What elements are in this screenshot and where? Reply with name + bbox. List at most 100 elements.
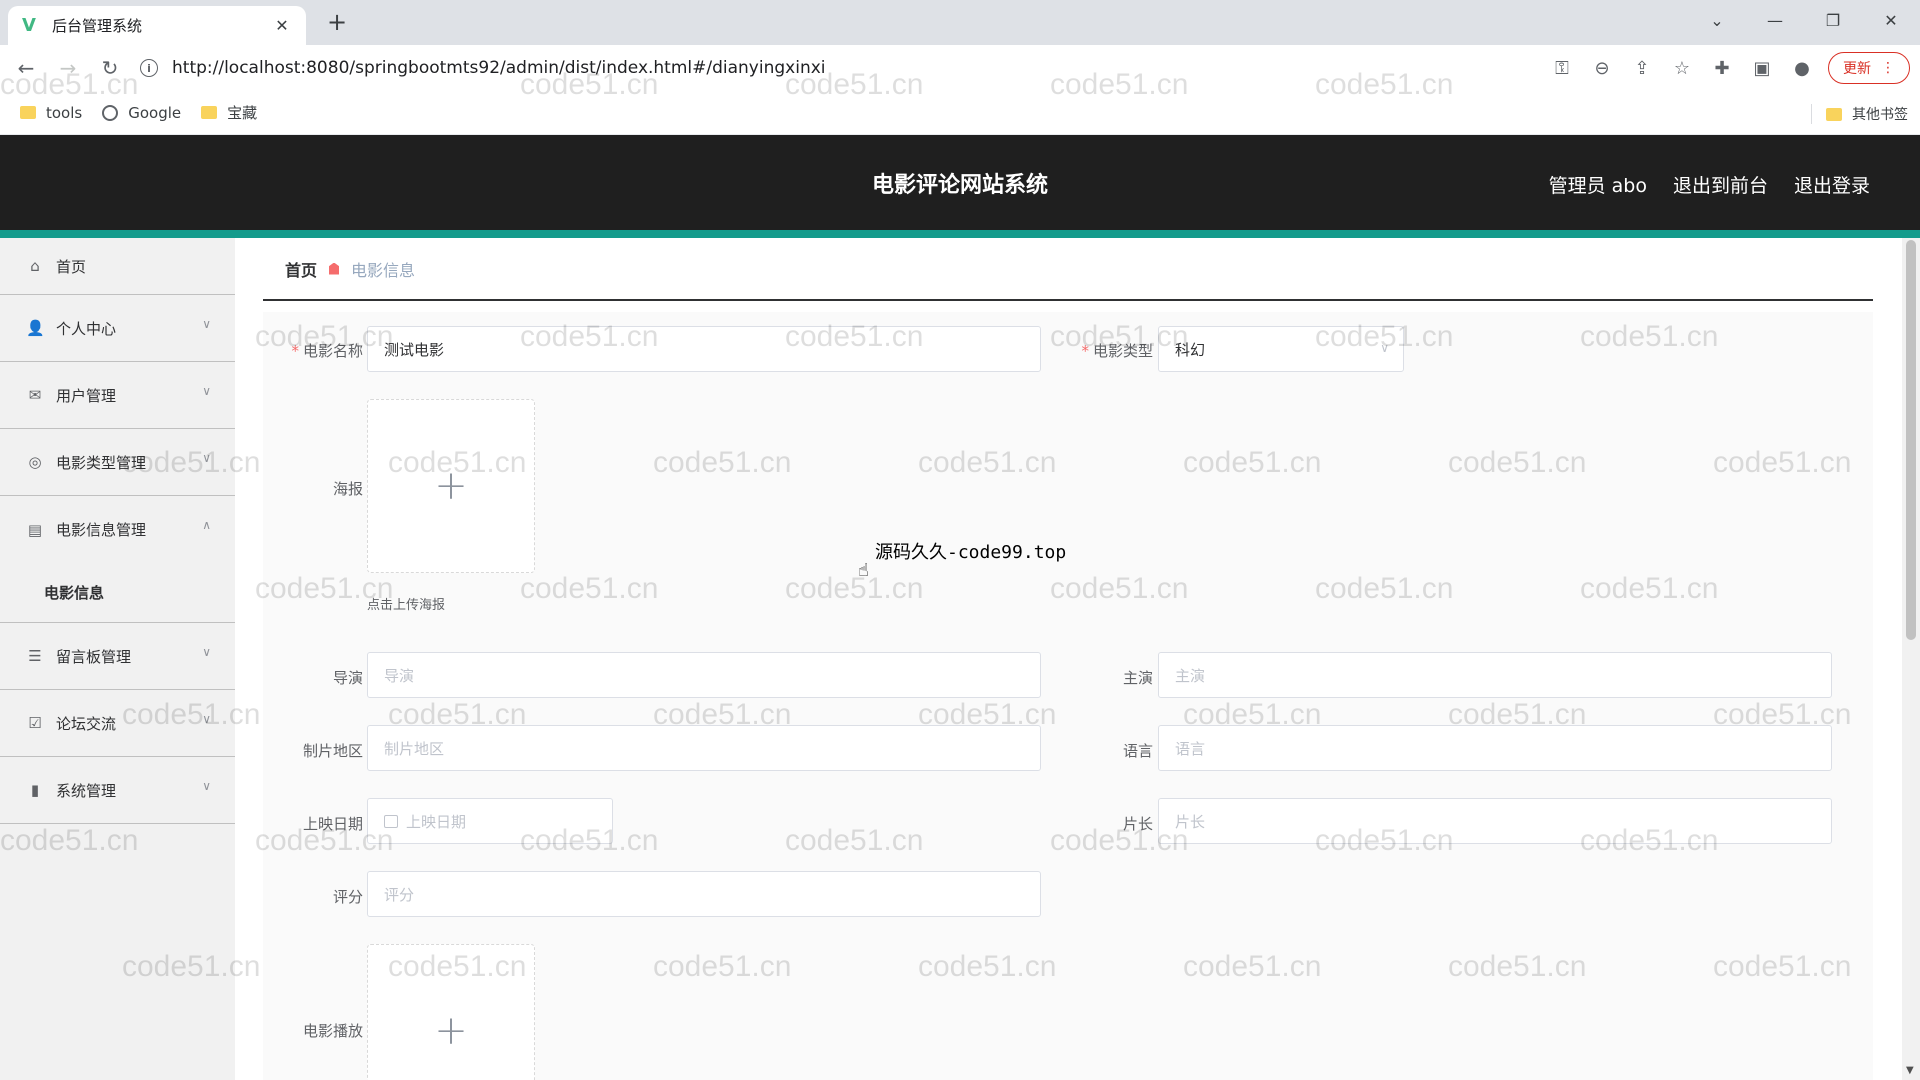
breadcrumb-current: 电影信息 (351, 260, 416, 280)
restore-icon[interactable]: ❐ (1804, 0, 1862, 40)
sidebar-item-label: 论坛交流 (56, 714, 117, 733)
share-icon[interactable]: ⇪ (1628, 54, 1656, 82)
bookmark-label: tools (46, 103, 83, 122)
sidebar-item-label: 个人中心 (56, 319, 117, 338)
browser-toolbar: ← → ↻ i http://localhost:8080/springboot… (0, 45, 1920, 91)
sidebar-item-label: 电影信息管理 (56, 521, 147, 539)
movie-type-value: 科幻 (1175, 340, 1206, 359)
folder-icon (201, 106, 218, 119)
app-header: 电影评论网站系统 管理员 abo 退出到前台 退出登录 (0, 135, 1920, 230)
browser-tab-bar: V 后台管理系统 ✕ + ⌄ — ❐ ✕ (0, 0, 1920, 45)
poster-upload[interactable]: + (367, 399, 535, 573)
exit-to-front-link[interactable]: 退出到前台 (1673, 171, 1768, 198)
admin-user-link[interactable]: 管理员 abo (1549, 171, 1647, 198)
user-icon: 👤 (26, 319, 45, 337)
director-input[interactable]: 导演 (367, 652, 1041, 698)
chevron-down-icon: ∨ (202, 317, 211, 331)
language-input[interactable]: 语言 (1158, 725, 1832, 771)
plus-icon: + (434, 463, 468, 509)
sidebar: ⌂ 首页 👤 个人中心 ∨ ✉ 用户管理 ∨ ◎ 电影类型管理 ∨ ▤ 电影信息… (0, 238, 235, 1080)
tab-search-icon[interactable]: ⌄ (1688, 0, 1746, 40)
chevron-down-icon: ∨ (202, 451, 211, 465)
site-info-icon[interactable]: i (140, 59, 158, 77)
sidebar-item-system-management[interactable]: ▮ 系统管理 ∨ (0, 757, 235, 824)
chevron-down-icon: ∨ (202, 779, 211, 793)
globe-icon (102, 104, 119, 121)
breadcrumb: 首页 电影信息 (263, 238, 1873, 301)
sidebar-item-movie-type-management[interactable]: ◎ 电影类型管理 ∨ (0, 429, 235, 496)
checkbox-icon: ☑ (28, 714, 42, 732)
mail-icon: ✉ (28, 386, 42, 404)
update-label: 更新 (1843, 61, 1871, 77)
scroll-down-arrow-icon[interactable]: ▼ (1906, 1065, 1914, 1076)
bookmark-treasure[interactable]: 宝藏 (201, 102, 257, 123)
other-bookmarks[interactable]: 其他书签 (1811, 104, 1908, 124)
movie-type-label: * 电影类型 (1053, 340, 1153, 361)
movie-play-upload[interactable]: + (367, 944, 535, 1080)
overlay-watermark-text: 源码久久-code99.top (875, 542, 1067, 563)
sidebar-item-movie-info-management[interactable]: ▤ 电影信息管理 ∧ (0, 496, 235, 563)
window-controls: ⌄ — ❐ ✕ (1688, 0, 1920, 40)
folder-icon (1826, 107, 1842, 121)
home-icon: ⌂ (30, 257, 40, 275)
chevron-down-icon: ∨ (202, 645, 211, 659)
actor-input[interactable]: 主演 (1158, 652, 1832, 698)
extensions-icon[interactable]: ✚ (1708, 54, 1736, 82)
sidebar-item-label: 用户管理 (56, 386, 117, 405)
chevron-up-icon: ∧ (202, 518, 211, 532)
required-mark: * (291, 342, 299, 360)
target-icon: ◎ (28, 453, 42, 471)
update-button[interactable]: 更新 ⋮ (1828, 52, 1910, 84)
clipboard-icon: ▤ (27, 520, 43, 539)
key-icon[interactable]: ⚿ (1548, 54, 1576, 82)
label-text: 电影类型 (1092, 342, 1153, 360)
star-icon[interactable]: ☆ (1668, 54, 1696, 82)
scrollbar-thumb[interactable] (1906, 240, 1916, 640)
back-icon[interactable]: ← (10, 52, 42, 84)
sidepanel-icon[interactable]: ▣ (1748, 54, 1776, 82)
forward-icon[interactable]: → (52, 52, 84, 84)
folder-icon (20, 106, 36, 119)
movie-name-input[interactable]: 测试电影 (367, 326, 1041, 372)
minimize-icon[interactable]: — (1746, 0, 1804, 40)
duration-input[interactable]: 片长 (1158, 798, 1832, 844)
zoom-icon[interactable]: ⊖ (1588, 54, 1616, 82)
logout-link[interactable]: 退出登录 (1794, 171, 1870, 198)
toolbar-actions: ⚿ ⊖ ⇪ ☆ ✚ ▣ ● 更新 ⋮ (1548, 52, 1910, 84)
profile-icon[interactable]: ● (1788, 54, 1816, 82)
hand-cursor-icon: ☝ (858, 560, 869, 581)
poster-upload-tip: 点击上传海报 (367, 598, 446, 613)
address-bar[interactable]: i http://localhost:8080/springbootmts92/… (140, 50, 1540, 86)
release-date-placeholder: 上映日期 (406, 812, 467, 831)
sidebar-item-message-board[interactable]: ☰ 留言板管理 ∨ (0, 623, 235, 690)
region-input[interactable]: 制片地区 (367, 725, 1041, 771)
score-input[interactable]: 评分 (367, 871, 1041, 917)
tab-title: 后台管理系统 (52, 17, 143, 35)
language-label: 语言 (1122, 742, 1153, 760)
breadcrumb-home[interactable]: 首页 (285, 257, 317, 281)
tab-close-icon[interactable]: ✕ (272, 16, 292, 35)
new-tab-button[interactable]: + (322, 8, 352, 38)
window-close-icon[interactable]: ✕ (1862, 0, 1920, 40)
sidebar-item-forum[interactable]: ☑ 论坛交流 ∨ (0, 690, 235, 757)
bookmark-tools[interactable]: tools (20, 104, 82, 122)
bookmark-label: 宝藏 (227, 104, 258, 122)
url-text[interactable]: http://localhost:8080/springbootmts92/ad… (172, 58, 826, 78)
browser-tab[interactable]: V 后台管理系统 ✕ (8, 6, 306, 45)
menu-dots-icon: ⋮ (1881, 60, 1895, 76)
sidebar-item-home[interactable]: ⌂ 首页 (0, 238, 235, 295)
chevron-down-icon: ∨ (202, 712, 211, 726)
chevron-down-icon: ∨ (1380, 341, 1389, 355)
sidebar-item-user-management[interactable]: ✉ 用户管理 ∨ (0, 362, 235, 429)
sidebar-item-label: 电影类型管理 (56, 453, 147, 472)
list-icon: ☰ (28, 647, 42, 665)
movie-type-select[interactable]: 科幻 ∨ (1158, 326, 1404, 372)
movie-play-label: 电影播放 (302, 1022, 363, 1040)
page-scrollbar[interactable]: ▼ (1902, 238, 1920, 1080)
reload-icon[interactable]: ↻ (94, 52, 126, 84)
sidebar-item-personal-center[interactable]: 👤 个人中心 ∨ (0, 295, 235, 362)
release-date-picker[interactable]: 上映日期 (367, 798, 613, 844)
sidebar-subitem-movie-info[interactable]: 电影信息 (0, 563, 235, 623)
director-label: 导演 (332, 669, 363, 687)
bookmark-google[interactable]: Google (102, 104, 181, 122)
